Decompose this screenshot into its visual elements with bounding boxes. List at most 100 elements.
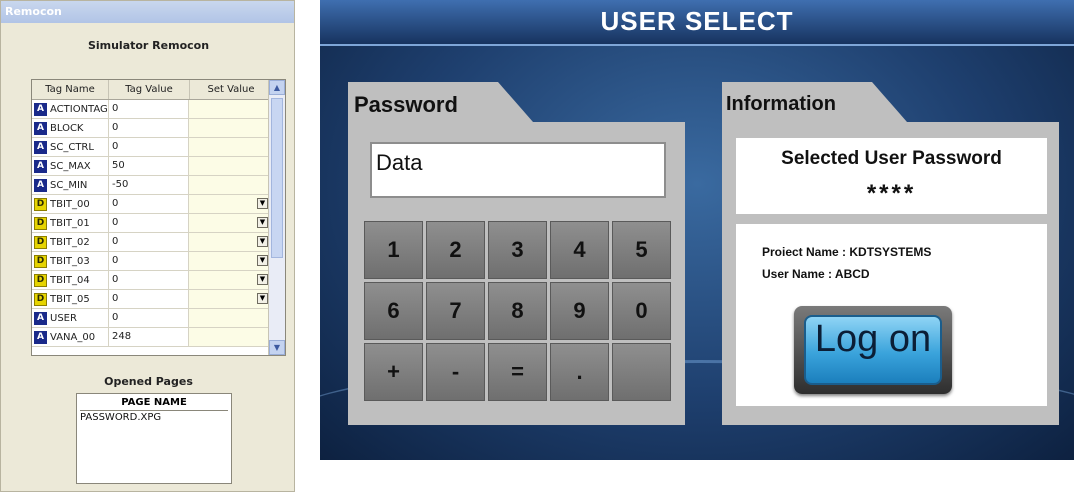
set-value-cell[interactable] [189,309,272,327]
selected-password-box: Selected User Password **** [736,138,1047,214]
tag-name: USER [50,312,77,324]
analog-tag-icon: A [34,140,47,154]
analog-tag-icon: A [34,330,47,344]
keypad-button[interactable]: 3 [488,221,547,279]
tag-name: TBIT_03 [50,255,90,267]
keypad-button[interactable]: + [364,343,423,401]
table-row[interactable]: D TBIT_00 0 ▼ [32,195,285,214]
keypad-button[interactable]: 0 [612,282,671,340]
set-value-cell[interactable]: ▼ [189,214,272,232]
tag-name: SC_MIN [50,179,88,191]
set-value-cell[interactable]: ▼ [189,290,272,308]
keypad-button[interactable]: 8 [488,282,547,340]
logon-button[interactable]: Log on [794,306,952,394]
column-header-set-value[interactable]: Set Value [190,80,273,99]
tag-name: BLOCK [50,122,84,134]
digital-tag-icon: D [34,197,47,211]
selected-user-password-label: Selected User Password [781,148,1002,169]
dropdown-arrow-icon[interactable]: ▼ [257,217,268,228]
scroll-thumb[interactable] [271,98,283,258]
tag-name-cell: A USER [32,309,109,327]
digital-tag-icon: D [34,235,47,249]
screen-title: USER SELECT [600,6,794,36]
set-value-cell[interactable]: ▼ [189,271,272,289]
table-row[interactable]: D TBIT_04 0 ▼ [32,271,285,290]
password-input[interactable]: Data [370,142,666,198]
tag-value-cell: 0 [109,290,189,308]
table-row[interactable]: A SC_MAX 50 [32,157,285,176]
page-list-item[interactable]: PASSWORD.XPG [77,411,231,424]
tag-name: SC_MAX [50,160,91,172]
tag-name-cell: A BLOCK [32,119,109,137]
set-value-cell[interactable]: ▼ [189,195,272,213]
opened-pages-title: Opened Pages [104,375,193,388]
tag-value-cell: 0 [109,119,189,137]
window-title: Remocon [1,1,294,23]
table-header: Tag Name Tag Value Set Value [32,80,285,100]
tag-value-cell: 0 [109,195,189,213]
analog-tag-icon: A [34,121,47,135]
user-name-text: User Name : ABCD [762,267,870,281]
digital-tag-icon: D [34,216,47,230]
tag-value-cell: 0 [109,252,189,270]
dropdown-arrow-icon[interactable]: ▼ [257,255,268,266]
tag-name: SC_CTRL [50,141,94,153]
hmi-screen: USER SELECT Password Data 1 2 3 4 5 6 7 8 9 0 + - =.… [320,0,1074,460]
column-header-tag-value[interactable]: Tag Value [109,80,190,99]
screen-header: USER SELECT [320,0,1074,46]
keypad-button[interactable]: 1 [364,221,423,279]
vertical-scrollbar[interactable]: ▲ ▼ [268,80,285,355]
masked-password: **** [866,180,917,207]
table-row[interactable]: A SC_MIN -50 [32,176,285,195]
tag-value-cell: 0 [109,233,189,251]
scroll-up-icon[interactable]: ▲ [269,80,285,95]
remocon-panel: Remocon Simulator Remocon Tag Name Tag V… [0,0,295,492]
tag-value-cell: 0 [109,100,189,118]
set-value-cell[interactable] [189,176,272,194]
keypad-button[interactable]: 5 [612,221,671,279]
table-row[interactable]: A VANA_00 248 [32,328,285,347]
table-row[interactable]: A USER 0 [32,309,285,328]
dropdown-arrow-icon[interactable]: ▼ [257,236,268,247]
digital-tag-icon: D [34,273,47,287]
set-value-cell[interactable]: ▼ [189,252,272,270]
set-value-cell[interactable] [189,157,272,175]
keypad-button[interactable]: 4 [550,221,609,279]
dropdown-arrow-icon[interactable]: ▼ [257,293,268,304]
keypad-button[interactable]: . [550,343,609,401]
tag-value-cell: 50 [109,157,189,175]
keypad-button[interactable]: 2 [426,221,485,279]
set-value-cell[interactable] [189,328,272,346]
tag-name: TBIT_05 [50,293,90,305]
keypad-button[interactable]: = [488,343,547,401]
tag-table: Tag Name Tag Value Set Value A ACTIONTAG 0… [31,79,286,356]
table-row[interactable]: D TBIT_05 0 ▼ [32,290,285,309]
table-row[interactable]: A ACTIONTAG 0 [32,100,285,119]
table-row[interactable]: D TBIT_02 0 ▼ [32,233,285,252]
set-value-cell[interactable]: ▼ [189,233,272,251]
analog-tag-icon: A [34,178,47,192]
set-value-cell[interactable] [189,100,272,118]
keypad-button[interactable]: 9 [550,282,609,340]
opened-pages-list: PAGE NAME PASSWORD.XPG [76,393,232,484]
table-row[interactable]: A SC_CTRL 0 [32,138,285,157]
dropdown-arrow-icon[interactable]: ▼ [257,198,268,209]
table-row[interactable]: A BLOCK 0 [32,119,285,138]
tag-name-cell: A SC_MIN [32,176,109,194]
keypad-blank-button[interactable] [612,343,671,401]
dropdown-arrow-icon[interactable]: ▼ [257,274,268,285]
set-value-cell[interactable] [189,138,272,156]
digital-tag-icon: D [34,254,47,268]
tag-value-cell: 0 [109,138,189,156]
table-row[interactable]: D TBIT_03 0 ▼ [32,252,285,271]
keypad-button[interactable]: 6 [364,282,423,340]
tag-name: TBIT_04 [50,274,90,286]
page-name-header: PAGE NAME [80,396,228,411]
keypad-button[interactable]: - [426,343,485,401]
table-row[interactable]: D TBIT_01 0 ▼ [32,214,285,233]
set-value-cell[interactable] [189,119,272,137]
scroll-down-icon[interactable]: ▼ [269,340,285,355]
column-header-tag-name[interactable]: Tag Name [32,80,109,99]
keypad-button[interactable]: 7 [426,282,485,340]
logon-label[interactable]: Log on [794,318,952,361]
